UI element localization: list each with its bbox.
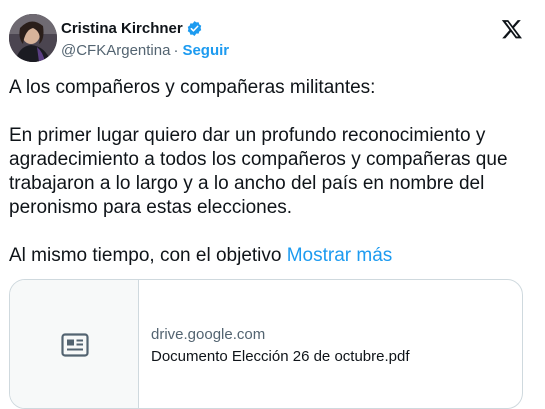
follow-button[interactable]: Seguir bbox=[182, 42, 229, 59]
separator-dot: · bbox=[173, 42, 179, 59]
post-truncated-paragraph: Al mismo tiempo, con el objetivo Mostrar… bbox=[9, 244, 529, 268]
show-more-link[interactable]: Mostrar más bbox=[287, 245, 393, 266]
post-text: A los compañeros y compañeras militantes… bbox=[9, 76, 529, 268]
author-handle[interactable]: @CFKArgentina bbox=[61, 42, 170, 59]
link-thumbnail[interactable] bbox=[10, 280, 139, 408]
document-icon bbox=[61, 333, 89, 357]
handle-row: @CFKArgentina · Seguir bbox=[61, 42, 229, 59]
author-name-row: Cristina Kirchner bbox=[61, 20, 203, 37]
link-domain: drive.google.com bbox=[151, 326, 266, 343]
post-paragraph: En primer lugar quiero dar un profundo r… bbox=[9, 125, 508, 218]
post-header: Cristina Kirchner @CFKArgentina · Seguir bbox=[9, 14, 537, 64]
post-card: Cristina Kirchner @CFKArgentina · Seguir A… bbox=[0, 0, 545, 409]
avatar[interactable] bbox=[9, 14, 57, 62]
link-preview-card[interactable]: drive.google.com Documento Elección 26 d… bbox=[9, 279, 523, 409]
link-title: Documento Elección 26 de octubre.pdf bbox=[151, 348, 410, 365]
x-logo-icon[interactable] bbox=[501, 18, 523, 40]
truncated-text: Al mismo tiempo, con el objetivo bbox=[9, 245, 282, 266]
post-paragraph: A los compañeros y compañeras militantes… bbox=[9, 77, 376, 98]
verified-badge-icon bbox=[186, 20, 203, 37]
author-name[interactable]: Cristina Kirchner bbox=[61, 20, 183, 37]
